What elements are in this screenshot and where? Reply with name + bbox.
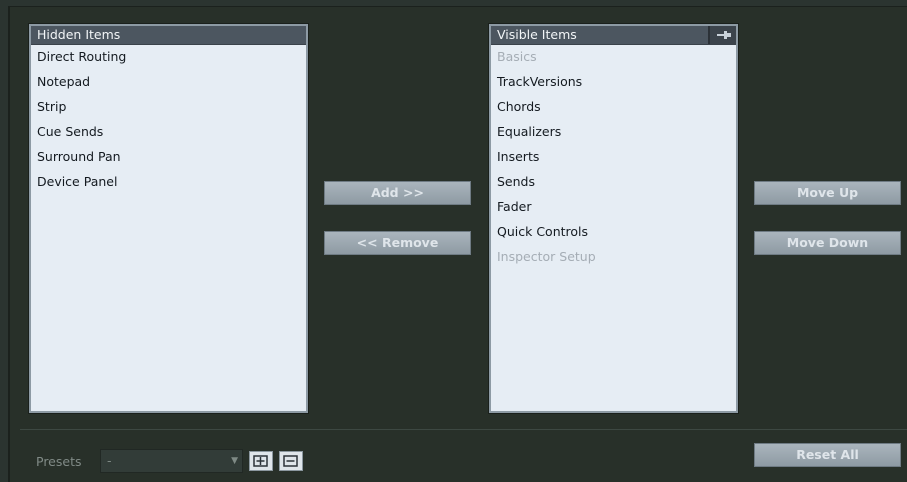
visible-list-item[interactable]: Inspector Setup [491, 245, 736, 270]
hidden-items-container: Direct Routing Notepad Strip Cue Sends Surro… [31, 45, 306, 195]
presets-label: Presets [36, 454, 82, 469]
pin-icon[interactable] [708, 26, 736, 44]
divider [20, 429, 907, 430]
visible-list-item[interactable]: Equalizers [491, 120, 736, 145]
visible-items-header-label: Visible Items [497, 27, 577, 42]
visible-items-list[interactable]: Visible Items Basics TrackVersions Chords E… [488, 23, 739, 414]
hidden-list-item[interactable]: Surround Pan [31, 145, 306, 170]
hidden-list-item[interactable]: Notepad [31, 70, 306, 95]
hidden-list-item[interactable]: Device Panel [31, 170, 306, 195]
dialog-panel: Hidden Items Direct Routing Notepad Strip C… [8, 6, 907, 482]
move-down-button[interactable]: Move Down [754, 231, 901, 255]
hidden-list-item[interactable]: Cue Sends [31, 120, 306, 145]
visible-items-container: Basics TrackVersions Chords Equalizers Inser… [491, 45, 736, 270]
presets-dropdown[interactable]: - ▼ [100, 449, 243, 473]
hidden-items-header: Hidden Items [31, 26, 306, 45]
visible-list-item[interactable]: Chords [491, 95, 736, 120]
visible-list-item[interactable]: Basics [491, 45, 736, 70]
remove-button[interactable]: << Remove [324, 231, 471, 255]
visible-list-item[interactable]: Quick Controls [491, 220, 736, 245]
hidden-items-list[interactable]: Hidden Items Direct Routing Notepad Strip C… [28, 23, 309, 414]
chevron-down-icon: ▼ [231, 456, 238, 466]
visible-list-item[interactable]: TrackVersions [491, 70, 736, 95]
visible-items-header: Visible Items [491, 26, 736, 45]
hidden-list-item[interactable]: Strip [31, 95, 306, 120]
reset-all-button[interactable]: Reset All [754, 443, 901, 467]
add-button[interactable]: Add >> [324, 181, 471, 205]
visible-list-item[interactable]: Fader [491, 195, 736, 220]
delete-preset-icon[interactable] [279, 451, 303, 471]
hidden-list-item[interactable]: Direct Routing [31, 45, 306, 70]
save-preset-icon[interactable] [249, 451, 273, 471]
move-up-button[interactable]: Move Up [754, 181, 901, 205]
presets-selected-value: - [107, 453, 112, 468]
visible-list-item[interactable]: Sends [491, 170, 736, 195]
visible-list-item[interactable]: Inserts [491, 145, 736, 170]
